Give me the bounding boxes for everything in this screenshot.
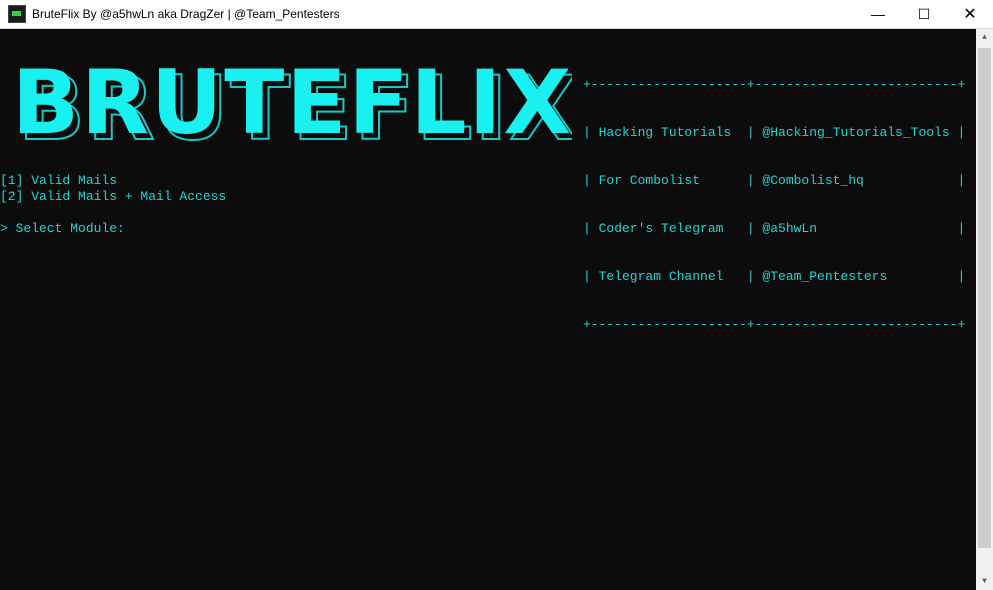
- scroll-up-icon[interactable]: ▲: [976, 29, 993, 46]
- info-box: +--------------------+------------------…: [583, 45, 965, 365]
- close-button[interactable]: ✕: [947, 0, 993, 28]
- info-box-border-bottom: +--------------------+------------------…: [583, 317, 966, 332]
- scrollbar-thumb[interactable]: [978, 48, 991, 548]
- menu-option-1: [1] Valid Mails: [0, 173, 118, 188]
- info-row: | Hacking Tutorials | @Hacking_Tutorials…: [583, 125, 966, 140]
- vertical-scrollbar[interactable]: ▲ ▼: [976, 29, 993, 590]
- module-menu: [1] Valid Mails [2] Valid Mails + Mail A…: [0, 173, 226, 205]
- maximize-button[interactable]: ☐: [901, 0, 947, 28]
- info-box-border-top: +--------------------+------------------…: [583, 77, 966, 92]
- title-bar: BruteFlix By @a5hwLn aka DragZer | @Team…: [0, 0, 993, 29]
- scroll-down-icon[interactable]: ▼: [976, 573, 993, 590]
- logo-main-text: BRUTEFLIX: [12, 51, 572, 153]
- app-icon: [8, 5, 26, 23]
- bruteflix-logo: BRUTEFLIX BRUTEFLIX: [12, 51, 572, 153]
- console-area[interactable]: BRUTEFLIX BRUTEFLIX +-------------------…: [0, 29, 976, 590]
- menu-option-2: [2] Valid Mails + Mail Access: [0, 189, 227, 204]
- minimize-button[interactable]: —: [855, 0, 901, 28]
- select-module-prompt: > Select Module:: [0, 221, 125, 236]
- window-title: BruteFlix By @a5hwLn aka DragZer | @Team…: [32, 7, 340, 21]
- info-row: | Coder's Telegram | @a5hwLn |: [583, 221, 966, 236]
- info-row: | Telegram Channel | @Team_Pentesters |: [583, 269, 966, 284]
- info-row: | For Combolist | @Combolist_hq |: [583, 173, 966, 188]
